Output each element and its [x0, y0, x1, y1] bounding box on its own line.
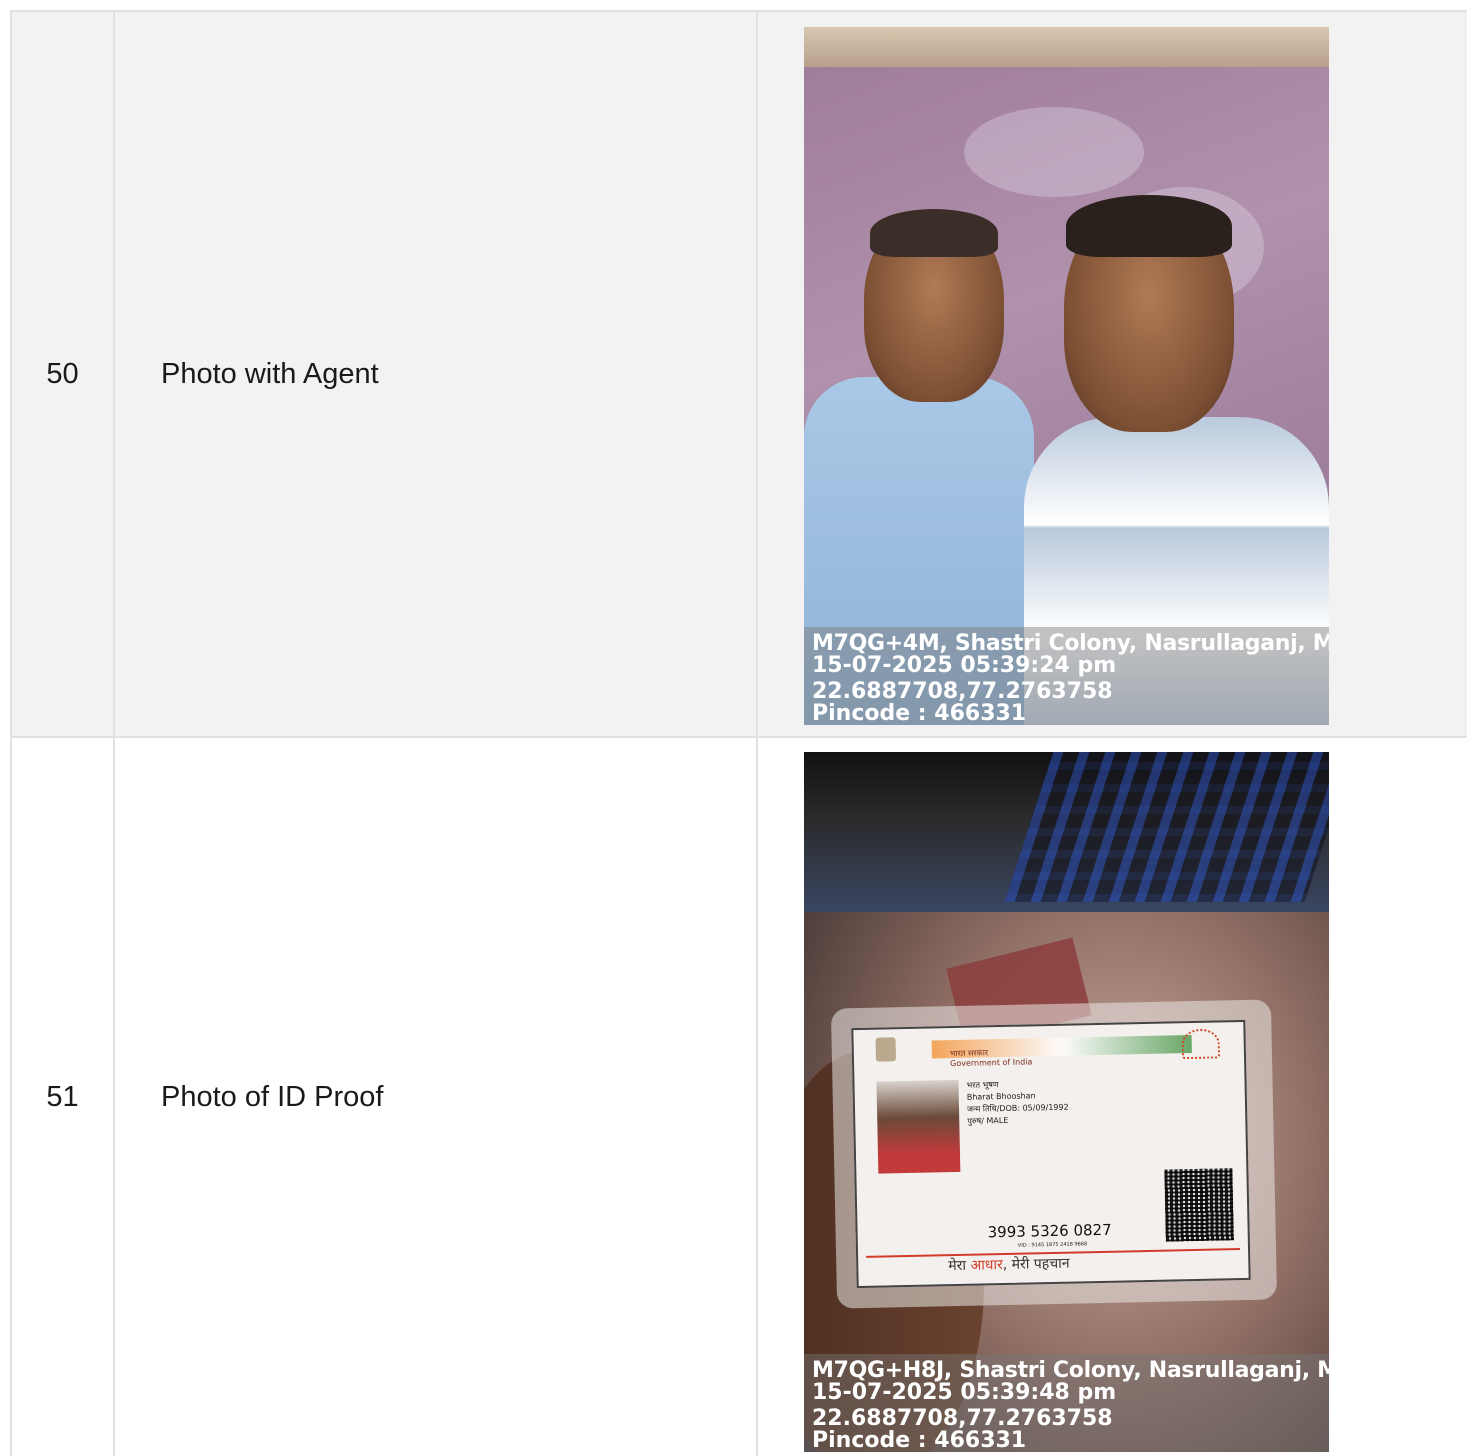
- id-proof-scene: भारत सरकार Government of India भरत भूषण …: [804, 752, 1329, 1452]
- card-holder-photo: [876, 1079, 961, 1174]
- row-label: Photo with Agent: [161, 357, 379, 390]
- geotag-overlay: M7QG+H8J, Shastri Colony, Nasrullaganj, …: [804, 1354, 1329, 1452]
- geotag-address: M7QG+H8J, Shastri Colony, Nasrullaganj, …: [812, 1358, 1329, 1383]
- agent-photo[interactable]: M7QG+4M, Shastri Colony, Nasrullaganj, M…: [804, 27, 1329, 725]
- customer-hair: [1066, 195, 1232, 257]
- row-label: Photo of ID Proof: [161, 1080, 384, 1113]
- row-number: 50: [46, 357, 79, 390]
- row-number: 51: [46, 1080, 79, 1113]
- geotag-pincode: Pincode : 466331: [812, 701, 1027, 725]
- card-header-english: Government of India: [949, 1057, 1033, 1069]
- national-emblem-icon: [875, 1037, 897, 1062]
- card-gender: पुरुष/ MALE: [967, 1115, 1009, 1126]
- id-proof-photo[interactable]: भारत सरकार Government of India भरत भूषण …: [804, 752, 1329, 1452]
- qr-code-icon: [1164, 1168, 1234, 1242]
- plaid-fabric: [1004, 752, 1329, 902]
- card-tagline: मेरा आधार, मेरी पहचान: [948, 1254, 1070, 1276]
- card-dob: जन्म तिथि/DOB: 05/09/1992: [966, 1102, 1069, 1114]
- aadhaar-logo-icon: [1181, 1028, 1221, 1060]
- card-number: 3993 5326 0827: [987, 1220, 1112, 1242]
- row-number-cell: 51: [12, 738, 115, 1456]
- row-photo-cell: भारत सरकार Government of India भरत भूषण …: [760, 738, 1467, 1456]
- tagline-highlight: आधार: [970, 1257, 1003, 1274]
- geotag-pincode: Pincode : 466331: [812, 1428, 1027, 1452]
- photo-table: 50 Photo with Agent M7QG+4M, Shastri Col…: [10, 10, 1467, 1456]
- geotag-datetime: 15-07-2025 05:39:24 pm: [812, 653, 1117, 678]
- table-row: 51 Photo of ID Proof भारत सरकार Governme…: [12, 738, 1467, 1456]
- card-holder-info: भरत भूषण Bharat Bhooshan जन्म तिथि/DOB: …: [966, 1078, 1069, 1128]
- table-row: 50 Photo with Agent M7QG+4M, Shastri Col…: [12, 12, 1467, 738]
- selfie-scene: [804, 27, 1329, 725]
- ceiling: [804, 27, 1329, 67]
- aadhaar-card: भारत सरकार Government of India भरत भूषण …: [851, 1019, 1251, 1289]
- geotag-coordinates: 22.6887708,77.2763758: [812, 679, 1113, 704]
- tagline-part: , मेरी पहचान: [1002, 1255, 1070, 1274]
- geotag-overlay: M7QG+4M, Shastri Colony, Nasrullaganj, M…: [804, 627, 1329, 725]
- row-photo-cell: M7QG+4M, Shastri Colony, Nasrullaganj, M…: [760, 12, 1467, 736]
- wall-texture: [964, 107, 1144, 197]
- row-label-cell: Photo with Agent: [115, 12, 758, 736]
- card-header: भारत सरकार Government of India: [950, 1046, 1033, 1068]
- geotag-coordinates: 22.6887708,77.2763758: [812, 1406, 1113, 1431]
- row-number-cell: 50: [12, 12, 115, 736]
- geotag-datetime: 15-07-2025 05:39:48 pm: [812, 1380, 1117, 1405]
- row-label-cell: Photo of ID Proof: [115, 738, 758, 1456]
- tagline-part: मेरा: [948, 1257, 971, 1275]
- card-vid: VID : 9145 1875 2418 9668: [1017, 1241, 1088, 1249]
- geotag-address: M7QG+4M, Shastri Colony, Nasrullaganj, M…: [812, 631, 1329, 656]
- agent-hair: [870, 209, 998, 257]
